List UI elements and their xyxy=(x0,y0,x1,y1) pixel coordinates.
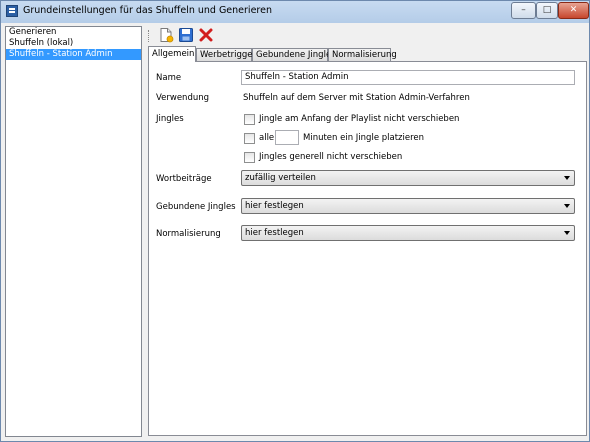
wortbeitraege-value: zufällig verteilen xyxy=(245,173,316,183)
jingle-no-move-checkbox[interactable] xyxy=(244,152,255,163)
normalisierung-value: hier festlegen xyxy=(245,228,304,238)
jingle-start-checkbox[interactable] xyxy=(244,114,255,125)
wortbeitraege-dropdown[interactable]: zufällig verteilen xyxy=(241,170,575,186)
maximize-button[interactable]: □ xyxy=(536,2,558,19)
delete-x-icon[interactable] xyxy=(198,27,214,43)
name-field[interactable]: Shuffeln - Station Admin xyxy=(241,70,575,85)
list-item-generieren[interactable]: Generieren xyxy=(6,27,141,38)
window-title: Grundeinstellungen für das Shuffeln und … xyxy=(23,5,272,16)
minimize-button[interactable]: – xyxy=(511,2,536,19)
dialog-window: Grundeinstellungen für das Shuffeln und … xyxy=(0,0,590,442)
list-item-shuffeln-station-admin[interactable]: Shuffeln - Station Admin xyxy=(6,49,141,60)
tab-strip: Allgemein Werbetrigger Gebundene Jingles… xyxy=(148,46,588,62)
app-icon xyxy=(6,5,18,17)
chevron-down-icon xyxy=(564,204,570,208)
save-disk-icon[interactable] xyxy=(178,27,194,43)
wortbeitraege-label: Wortbeiträge xyxy=(156,174,212,184)
jingle-interval-prefix: alle xyxy=(259,133,275,143)
profile-list[interactable]: Generieren Shuffeln (lokal) Shuffeln - S… xyxy=(5,26,142,437)
gebundene-jingles-label: Gebundene Jingles xyxy=(156,202,236,212)
tab-normalisierung[interactable]: Normalisierung xyxy=(328,48,397,61)
settings-panel: Allgemein Werbetrigger Gebundene Jingles… xyxy=(148,26,587,438)
verwendung-label: Verwendung xyxy=(156,93,210,103)
toolbar-grip xyxy=(148,30,151,42)
verwendung-value: Shuffeln auf dem Server mit Station Admi… xyxy=(243,93,470,103)
close-button[interactable]: ✕ xyxy=(558,2,589,19)
title-bar[interactable]: Grundeinstellungen für das Shuffeln und … xyxy=(1,1,589,23)
chevron-down-icon xyxy=(564,176,570,180)
new-document-icon[interactable] xyxy=(158,27,174,43)
jingles-label: Jingles xyxy=(156,114,184,124)
gebundene-jingles-value: hier festlegen xyxy=(245,201,304,211)
jingle-interval-suffix: Minuten ein Jingle platzieren xyxy=(303,133,425,143)
jingle-interval-checkbox[interactable] xyxy=(244,133,255,144)
normalisierung-dropdown[interactable]: hier festlegen xyxy=(241,225,575,241)
tab-werbetrigger[interactable]: Werbetrigger xyxy=(196,48,256,61)
chevron-down-icon xyxy=(564,231,570,235)
gebundene-jingles-dropdown[interactable]: hier festlegen xyxy=(241,198,575,214)
jingle-start-label: Jingle am Anfang der Playlist nicht vers… xyxy=(259,114,460,124)
tab-allgemein[interactable]: Allgemein xyxy=(148,46,196,62)
tab-panel-allgemein: Name Shuffeln - Station Admin Verwendung… xyxy=(148,61,587,436)
jingle-interval-minutes-input[interactable] xyxy=(275,130,299,145)
tab-gebundene-jingles[interactable]: Gebundene Jingles xyxy=(252,48,336,61)
name-label: Name xyxy=(156,73,182,83)
normalisierung-label: Normalisierung xyxy=(156,229,221,239)
list-item-shuffeln-lokal[interactable]: Shuffeln (lokal) xyxy=(6,38,141,49)
jingle-no-move-label: Jingles generell nicht verschieben xyxy=(259,152,403,162)
